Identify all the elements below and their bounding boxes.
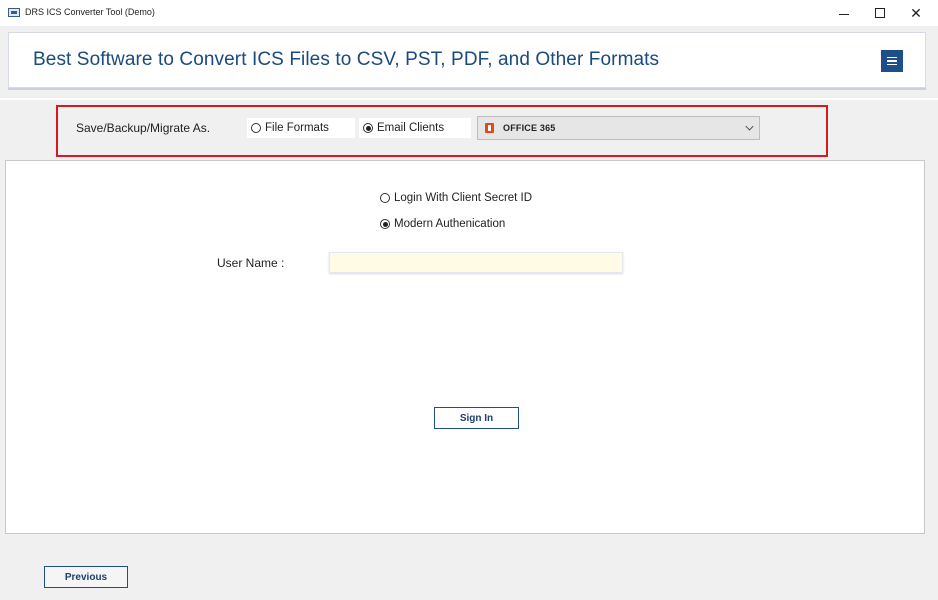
maximize-icon: [875, 8, 885, 18]
radio-button-icon: [380, 193, 390, 203]
radio-file-formats[interactable]: File Formats: [247, 118, 355, 138]
username-input[interactable]: [329, 252, 623, 273]
divider: [0, 98, 938, 100]
radio-modern-authentication-label: Modern Authenication: [394, 218, 506, 230]
chevron-down-icon: [745, 122, 754, 131]
radio-client-secret-login[interactable]: Login With Client Secret ID: [380, 192, 532, 204]
app-icon: [8, 8, 20, 17]
save-as-label: Save/Backup/Migrate As.: [76, 121, 211, 135]
hamburger-icon-line: [887, 60, 897, 62]
close-icon: ✕: [910, 4, 922, 21]
radio-client-secret-label: Login With Client Secret ID: [394, 192, 533, 204]
sign-in-button[interactable]: Sign In: [434, 407, 519, 429]
minimize-icon: [839, 13, 849, 15]
username-label: User Name :: [217, 256, 285, 270]
radio-email-clients-label: Email Clients: [377, 122, 445, 134]
radio-button-icon: [251, 123, 261, 133]
office365-icon: [485, 122, 495, 134]
maximize-button[interactable]: [862, 0, 898, 26]
title-bar: DRS ICS Converter Tool (Demo) ✕: [0, 0, 938, 26]
radio-button-checked-icon: [363, 123, 373, 133]
main-panel: [5, 160, 925, 534]
page-title: Best Software to Convert ICS Files to CS…: [33, 49, 660, 70]
email-client-select[interactable]: OFFICE 365: [477, 116, 760, 140]
menu-button[interactable]: [881, 50, 903, 72]
radio-button-checked-icon: [380, 219, 390, 229]
hamburger-icon: [887, 56, 897, 59]
minimize-button[interactable]: [826, 0, 862, 26]
previous-button[interactable]: Previous: [44, 566, 128, 588]
app-window: DRS ICS Converter Tool (Demo) ✕ Best Sof…: [0, 0, 938, 600]
radio-email-clients[interactable]: Email Clients: [359, 118, 471, 138]
email-client-select-value: OFFICE 365: [503, 123, 556, 133]
radio-modern-authentication[interactable]: Modern Authenication: [380, 218, 505, 230]
window-title: DRS ICS Converter Tool (Demo): [25, 7, 155, 17]
radio-file-formats-label: File Formats: [265, 122, 329, 134]
close-button[interactable]: ✕: [898, 0, 934, 26]
header-banner: Best Software to Convert ICS Files to CS…: [8, 32, 926, 88]
hamburger-icon-line: [887, 63, 897, 66]
